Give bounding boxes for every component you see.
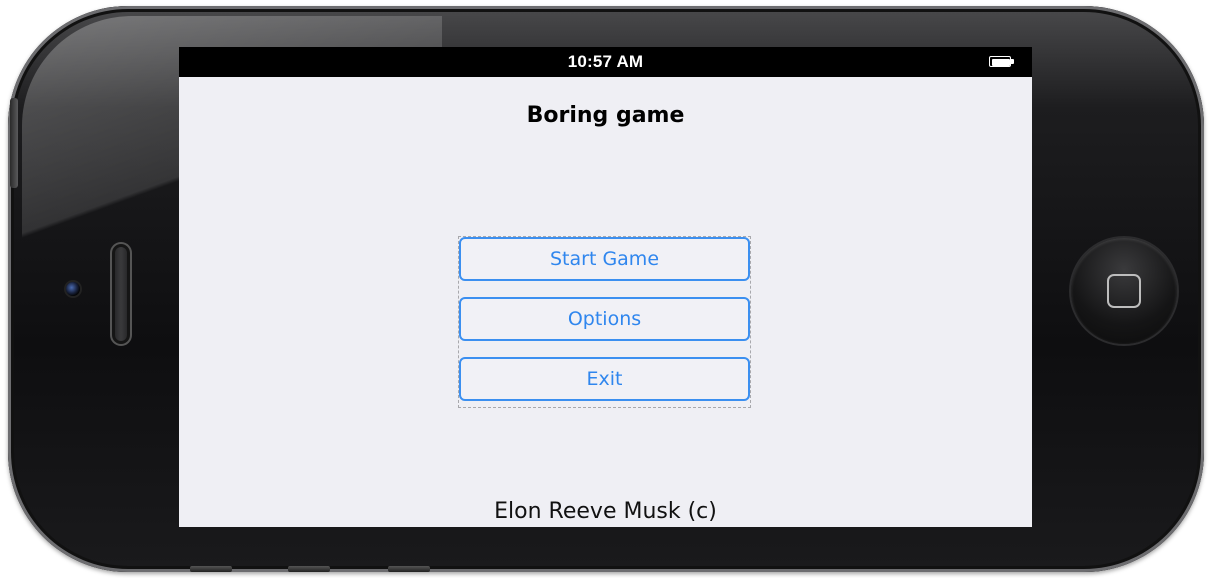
start-game-button[interactable]: Start Game [459, 237, 750, 281]
volume-button[interactable] [10, 98, 18, 188]
page-title: Boring game [526, 103, 685, 128]
battery-icon [989, 56, 1015, 67]
home-square-icon [1107, 274, 1141, 308]
exit-button[interactable]: Exit [459, 357, 750, 401]
earpiece-speaker [110, 242, 132, 346]
options-button[interactable]: Options [459, 297, 750, 341]
menu-stack: Start Game Options Exit [458, 236, 751, 408]
status-bar: 10:57 AM [179, 47, 1032, 77]
footer-credit: Elon Reeve Musk (c) [494, 499, 717, 524]
front-camera-icon [66, 282, 80, 296]
home-button[interactable] [1071, 238, 1177, 344]
hardware-button-3[interactable] [388, 566, 430, 572]
status-time: 10:57 AM [567, 52, 644, 71]
hardware-button-2[interactable] [288, 566, 330, 572]
device-screen: 10:57 AM Boring game Start Game Options … [179, 47, 1032, 527]
hardware-button-1[interactable] [190, 566, 232, 572]
